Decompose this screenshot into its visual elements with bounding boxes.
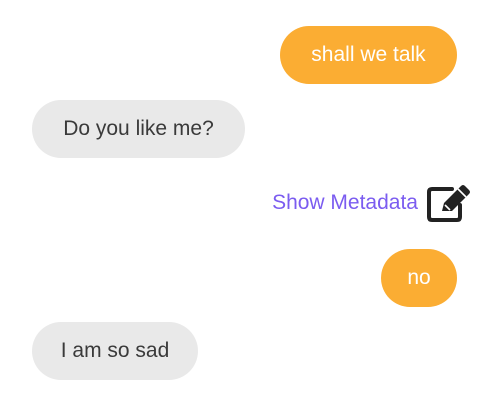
bot-message-bubble: Do you like me? <box>32 100 245 158</box>
show-metadata-link[interactable]: Show Metadata <box>272 191 418 215</box>
user-message-bubble: no <box>381 249 457 307</box>
chat-window: shall we talk Do you like me? Show Metad… <box>0 0 483 406</box>
user-message-bubble: shall we talk <box>280 26 457 84</box>
edit-icon[interactable] <box>426 183 472 223</box>
bot-message-bubble: I am so sad <box>32 322 198 380</box>
metadata-row: Show Metadata <box>272 183 472 223</box>
